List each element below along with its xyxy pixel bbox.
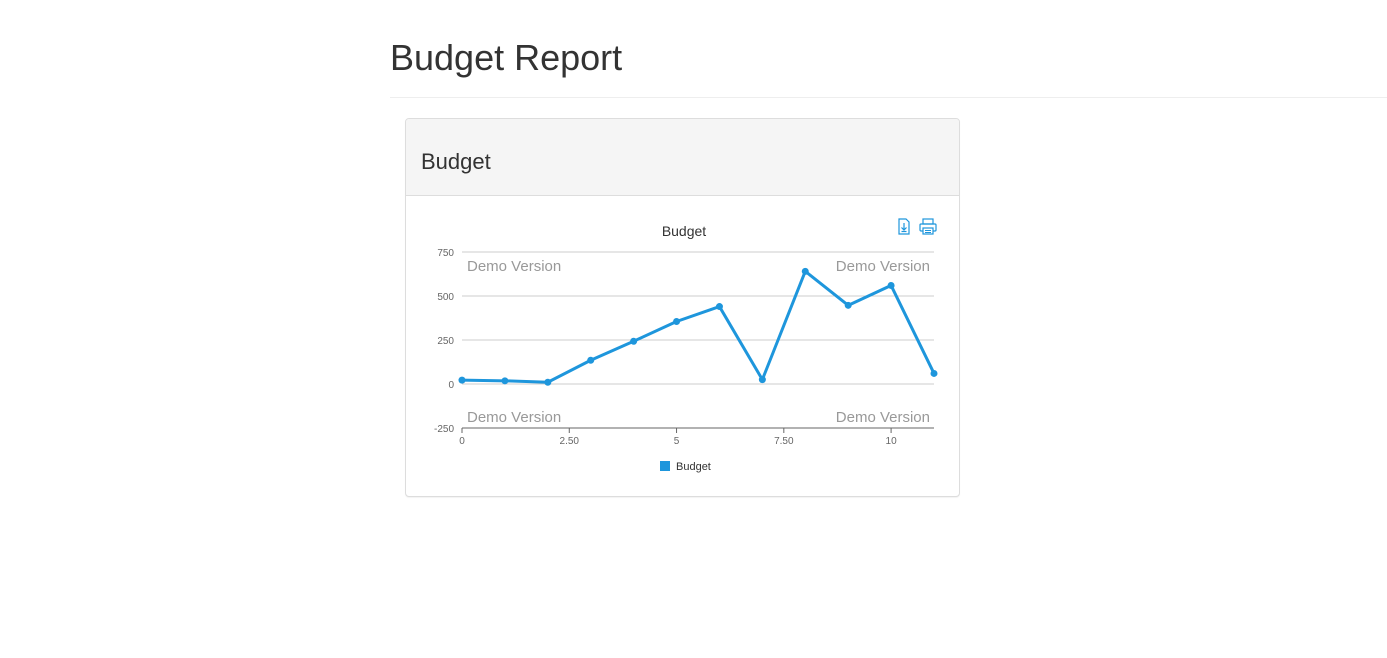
legend[interactable]: Budget	[660, 461, 711, 473]
y-tick-label: -250	[434, 424, 454, 435]
data-point[interactable]	[630, 337, 638, 345]
series-line	[461, 269, 936, 384]
data-point[interactable]	[801, 267, 809, 275]
x-tick-label: 0	[459, 436, 465, 447]
data-point[interactable]	[544, 378, 552, 386]
data-point[interactable]	[887, 281, 895, 289]
x-tick-label: 5	[674, 436, 680, 447]
legend-label: Budget	[676, 461, 711, 473]
data-point[interactable]	[673, 318, 681, 326]
page-title: Budget Report	[390, 37, 623, 78]
data-point[interactable]	[930, 369, 938, 377]
chart-title: Budget	[662, 223, 706, 239]
download-icon[interactable]	[898, 218, 910, 235]
legend-marker	[660, 461, 670, 471]
budget-chart: 750 500 250 0 -250 0 2.50 5 7.50 10 Demo Version D…	[434, 218, 938, 473]
x-tick-label: 10	[886, 436, 898, 447]
panel-heading: Budget	[406, 119, 959, 196]
y-tick-label: 250	[437, 336, 454, 347]
watermark-text: Demo Version	[467, 409, 561, 426]
watermark-text: Demo Version	[836, 409, 930, 426]
x-tick-label: 2.50	[560, 436, 580, 447]
y-tick-label: 0	[448, 380, 454, 391]
x-tick-label: 7.50	[774, 436, 794, 447]
watermark-text: Demo Version	[836, 258, 930, 275]
title-divider	[390, 97, 1387, 98]
data-point[interactable]	[758, 376, 766, 384]
data-point[interactable]	[501, 377, 509, 385]
y-tick-label: 750	[437, 248, 454, 259]
printer-icon[interactable]	[919, 218, 937, 235]
data-point[interactable]	[458, 376, 466, 384]
budget-panel: Budget 750 500 250 0 -250 0 2.50 5 7.50 10 Demo V…	[405, 118, 960, 497]
y-tick-label: 500	[437, 292, 454, 303]
data-point[interactable]	[844, 301, 852, 309]
data-point[interactable]	[587, 356, 595, 364]
panel-title: Budget	[421, 149, 491, 174]
data-point[interactable]	[715, 303, 723, 311]
watermark-text: Demo Version	[467, 258, 561, 275]
